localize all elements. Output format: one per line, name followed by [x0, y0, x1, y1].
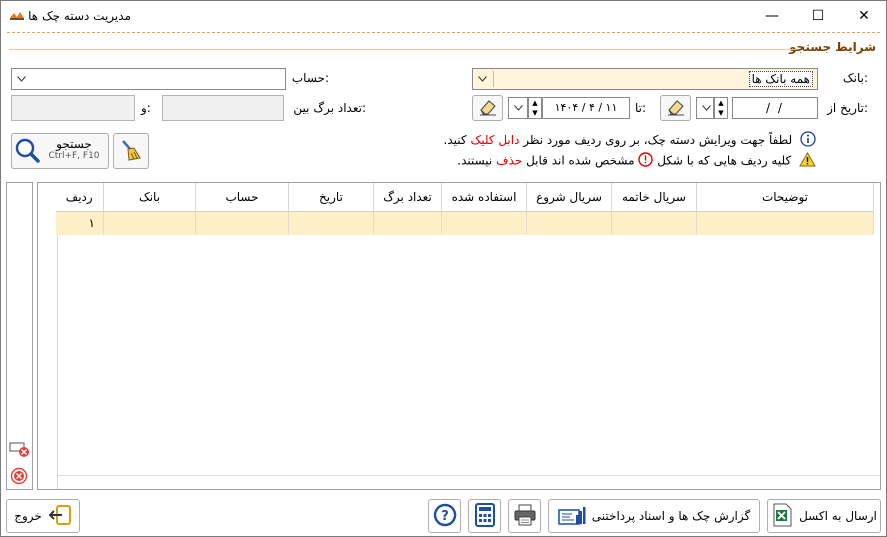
info-message: لطفاً جهت ویرایش دسته چک، بر روی ردیف مو…	[444, 131, 816, 150]
export-excel-button[interactable]: ارسال به اکسل	[767, 499, 881, 533]
bank-combobox[interactable]: همه بانک ها	[472, 68, 818, 90]
column-header[interactable]: توضیحات	[696, 183, 874, 212]
column-header[interactable]: سریال خاتمه	[611, 183, 697, 212]
calculator-icon	[474, 502, 496, 530]
print-button[interactable]	[508, 499, 541, 533]
warning-icon	[799, 151, 816, 170]
title-bar: مدیریت دسته چک ها — ☐ ✕	[1, 1, 886, 31]
clear-date-from-button[interactable]	[660, 95, 691, 121]
remove-filter-icon	[9, 442, 31, 462]
magnifier-icon	[14, 137, 40, 166]
date-from-spinner[interactable]: ▲ ▼	[714, 97, 728, 119]
eraser-icon	[478, 98, 498, 119]
calculator-button[interactable]	[468, 499, 501, 533]
title-separator	[7, 32, 880, 33]
table-row[interactable]: ۱	[55, 211, 874, 235]
main-window: مدیریت دسته چک ها — ☐ ✕ شرایط جستجو بانک…	[0, 0, 887, 537]
excel-icon	[771, 503, 793, 530]
table-cell	[696, 211, 874, 235]
bank-label: بانک:	[842, 71, 868, 85]
leaf-count-from-field[interactable]	[162, 95, 284, 121]
svg-text:?: ?	[441, 509, 449, 524]
help-icon: ?	[433, 503, 457, 530]
column-header[interactable]: تاریخ	[288, 183, 374, 212]
date-to-dropdown[interactable]	[508, 97, 528, 119]
table-cell	[373, 211, 442, 235]
search-section-title: شرایط جستجو	[789, 40, 876, 54]
exit-button-label: خروج	[14, 509, 42, 523]
chevron-down-icon[interactable]	[12, 69, 30, 89]
section-divider	[9, 49, 796, 50]
column-header[interactable]: استفاده شده	[441, 183, 527, 212]
horizontal-scrollbar[interactable]	[58, 475, 880, 489]
column-header[interactable]: تعداد برگ	[373, 183, 442, 212]
column-header[interactable]: ردیف	[55, 183, 104, 212]
account-label: حساب:	[291, 71, 329, 85]
delete-highlight: حذف	[496, 153, 523, 168]
checkbook-grid: ردیف بانک حساب تاریخ تعداد برگ استفاده ش…	[37, 182, 881, 490]
close-button[interactable]: ✕	[841, 1, 887, 31]
leaf-count-label: تعداد برگ بین:	[293, 101, 366, 115]
date-to-field[interactable]: ۱۴۰۴ / ۴ / ۱۱	[542, 97, 630, 119]
delete-icon	[10, 467, 28, 488]
date-from-label: تاریخ از:	[827, 101, 868, 115]
chevron-down-icon[interactable]	[473, 69, 491, 89]
table-cell	[526, 211, 612, 235]
search-button-label: جستجو	[56, 137, 92, 151]
table-cell	[611, 211, 697, 235]
double-click-highlight: دابل کلیک	[470, 133, 520, 147]
exit-icon	[48, 504, 72, 529]
remove-filter-button[interactable]	[9, 441, 31, 462]
payables-report-label: گزارش چک ها و اسناد پرداختنی	[591, 509, 751, 523]
export-excel-label: ارسال به اکسل	[799, 509, 877, 523]
table-header-row: ردیف بانک حساب تاریخ تعداد برگ استفاده ش…	[55, 183, 874, 212]
search-button[interactable]: جستجو Ctrl+F, F10	[11, 133, 109, 169]
payables-report-button[interactable]: گزارش چک ها و اسناد پرداختنی	[548, 499, 760, 533]
clear-date-to-button[interactable]	[472, 95, 503, 121]
maximize-button[interactable]: ☐	[795, 1, 841, 31]
delete-row-button[interactable]	[10, 467, 28, 488]
side-toolbar	[6, 182, 33, 490]
date-to-label: تا:	[634, 101, 646, 115]
report-chart-icon	[558, 503, 586, 530]
broom-icon	[119, 138, 143, 165]
table-cell	[288, 211, 374, 235]
table-cell	[103, 211, 196, 235]
minimize-button[interactable]: —	[749, 1, 795, 31]
exit-button[interactable]: خروج	[6, 499, 80, 533]
date-to-spinner[interactable]: ▲ ▼	[528, 97, 542, 119]
warning-message: کلیه ردیف هایی که با شکل مشخص شده اند قا…	[457, 151, 816, 170]
column-header[interactable]: سریال شروع	[526, 183, 612, 212]
leaf-count-to-field[interactable]	[11, 95, 135, 121]
window-title: مدیریت دسته چک ها	[28, 9, 131, 23]
table-cell	[441, 211, 527, 235]
column-header[interactable]: حساب	[195, 183, 289, 212]
date-from-dropdown[interactable]	[696, 97, 714, 119]
info-icon	[800, 131, 816, 150]
table-cell	[195, 211, 289, 235]
column-header[interactable]: بانک	[103, 183, 196, 212]
eraser-icon	[666, 98, 686, 119]
date-from-field[interactable]: / /	[732, 97, 818, 119]
account-combobox[interactable]	[11, 68, 286, 90]
chevron-down-icon[interactable]	[509, 98, 527, 118]
help-button[interactable]: ?	[428, 499, 461, 533]
printer-icon	[513, 504, 537, 529]
chevron-down-icon[interactable]	[697, 98, 715, 118]
checkbook-table: ردیف بانک حساب تاریخ تعداد برگ استفاده ش…	[55, 183, 874, 235]
not-deletable-icon	[638, 152, 654, 170]
bank-selected-value: همه بانک ها	[748, 71, 813, 87]
clear-filters-button[interactable]	[113, 133, 149, 169]
table-cell: ۱	[55, 211, 104, 235]
app-logo-icon	[9, 11, 25, 21]
and-label: و:	[141, 101, 151, 115]
search-button-shortcut: Ctrl+F, F10	[48, 151, 100, 161]
